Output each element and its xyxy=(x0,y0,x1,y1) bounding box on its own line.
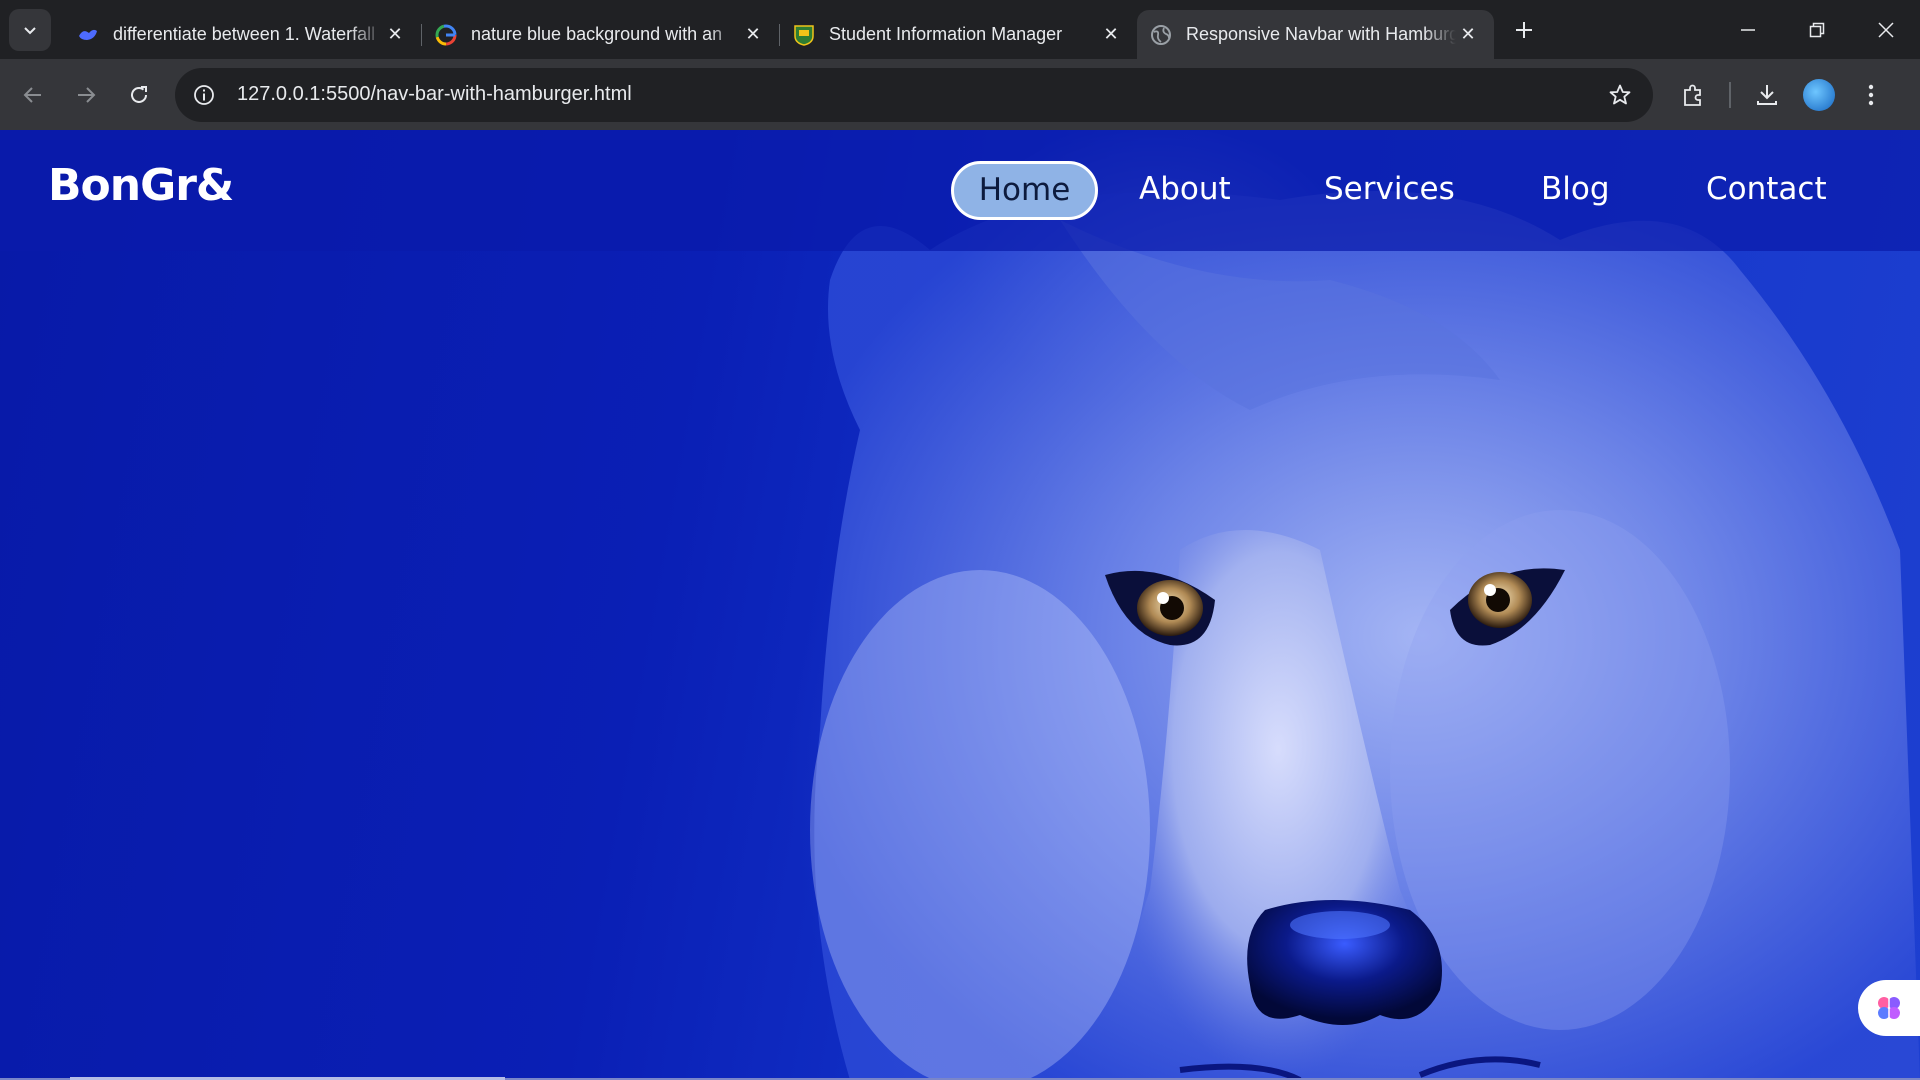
close-icon xyxy=(1877,21,1894,38)
menu-button[interactable] xyxy=(1849,73,1893,117)
nav-link-home[interactable]: Home xyxy=(951,161,1098,220)
whale-icon xyxy=(77,24,99,46)
assistant-extension-button[interactable] xyxy=(1858,980,1920,1036)
restore-button[interactable] xyxy=(1782,0,1851,59)
nav-link-services[interactable]: Services xyxy=(1324,161,1455,220)
nav-link-blog[interactable]: Blog xyxy=(1541,161,1610,220)
minimize-button[interactable] xyxy=(1713,0,1782,59)
tab-strip: differentiate between 1. Waterfall ✕ nat… xyxy=(0,0,1920,59)
google-icon xyxy=(435,24,457,46)
brain-icon xyxy=(1878,997,1900,1019)
back-button[interactable] xyxy=(13,75,53,115)
tab-3[interactable]: Student Information Manager ✕ xyxy=(780,10,1137,59)
chevron-down-icon xyxy=(24,26,36,34)
url-text[interactable]: 127.0.0.1:5500/nav-bar-with-hamburger.ht… xyxy=(237,83,1605,106)
tab-1-title: differentiate between 1. Waterfall xyxy=(113,24,376,44)
downloads-button[interactable] xyxy=(1745,73,1789,117)
site-info-button[interactable] xyxy=(185,76,223,114)
reload-button[interactable] xyxy=(119,75,159,115)
nav-link-about[interactable]: About xyxy=(1139,161,1231,220)
star-icon xyxy=(1609,84,1631,104)
url-host: 127.0.0.1 xyxy=(237,83,321,105)
more-vert-icon xyxy=(1868,84,1874,105)
nav-menu: Home About Services Blog Contact xyxy=(951,161,1827,220)
site-navbar: BonGr& Home About Services Blog Contact xyxy=(0,130,1920,251)
tab-2[interactable]: nature blue background with an ✕ xyxy=(422,10,779,59)
restore-icon xyxy=(1809,22,1824,37)
arrow-right-icon xyxy=(78,86,96,103)
info-icon xyxy=(194,84,214,105)
plus-icon xyxy=(1516,21,1532,38)
minimize-icon xyxy=(1740,28,1755,31)
close-icon[interactable]: ✕ xyxy=(1456,23,1480,47)
tab-4-active[interactable]: Responsive Navbar with Hamburger ✕ xyxy=(1137,10,1494,59)
profile-button[interactable] xyxy=(1797,73,1841,117)
tab-3-title: Student Information Manager xyxy=(829,24,1063,44)
reload-icon xyxy=(131,85,147,103)
tab-4-title: Responsive Navbar with Hamburger xyxy=(1186,24,1456,44)
nav-link-contact[interactable]: Contact xyxy=(1706,161,1827,220)
address-bar[interactable]: 127.0.0.1:5500/nav-bar-with-hamburger.ht… xyxy=(175,67,1653,122)
tab-2-title: nature blue background with an xyxy=(471,24,723,44)
avatar xyxy=(1803,78,1835,111)
bookmark-star-button[interactable] xyxy=(1605,80,1635,110)
close-window-button[interactable] xyxy=(1851,0,1920,59)
site-logo[interactable]: BonGr& xyxy=(48,160,234,211)
extensions-button[interactable] xyxy=(1671,73,1715,117)
close-icon[interactable]: ✕ xyxy=(383,23,407,47)
crest-icon xyxy=(793,24,815,46)
toolbar-divider xyxy=(1729,81,1731,108)
close-icon[interactable]: ✕ xyxy=(1099,23,1123,47)
arrow-left-icon xyxy=(23,86,41,103)
tab-search-button[interactable] xyxy=(9,8,51,51)
globe-icon xyxy=(1150,24,1172,46)
browser-toolbar: 127.0.0.1:5500/nav-bar-with-hamburger.ht… xyxy=(0,59,1920,130)
url-path: :5500/nav-bar-with-hamburger.html xyxy=(320,83,632,105)
web-page: BonGr& Home About Services Blog Contact xyxy=(0,130,1920,1080)
new-tab-button[interactable] xyxy=(1504,10,1544,50)
close-icon[interactable]: ✕ xyxy=(741,23,765,47)
puzzle-icon xyxy=(1684,84,1701,106)
tab-1[interactable]: differentiate between 1. Waterfall ✕ xyxy=(64,10,421,59)
forward-button[interactable] xyxy=(66,75,106,115)
toolbar-actions xyxy=(1667,73,1897,117)
download-icon xyxy=(1757,84,1777,105)
wolf-hero-image xyxy=(810,191,1920,1080)
window-controls xyxy=(1713,0,1920,59)
